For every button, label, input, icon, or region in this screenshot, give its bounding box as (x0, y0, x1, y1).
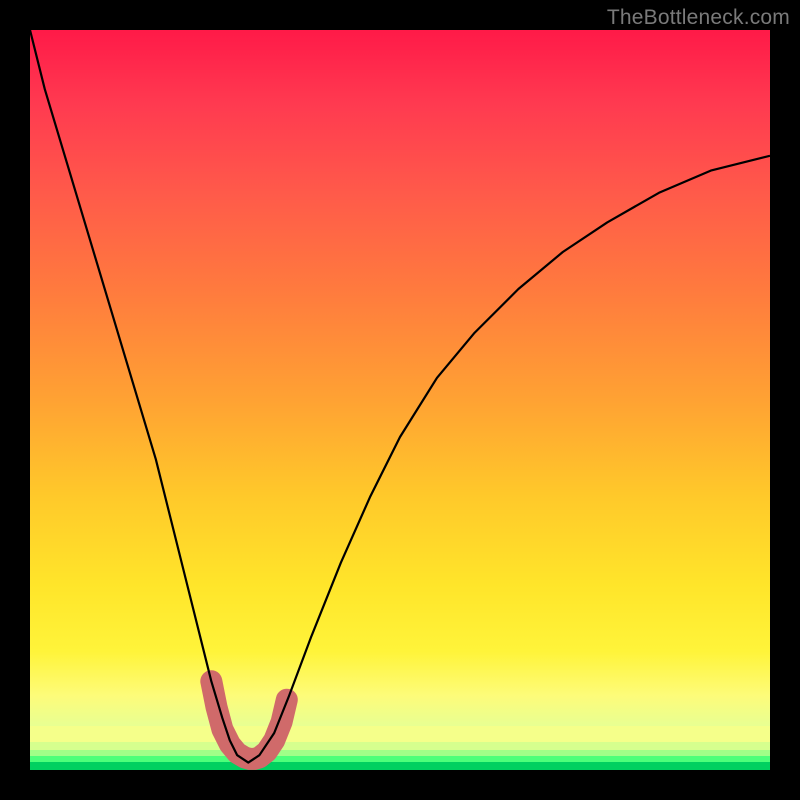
plot-area (30, 30, 770, 770)
bottleneck-curve (30, 30, 770, 763)
chart-frame: TheBottleneck.com (0, 0, 800, 800)
chart-svg (30, 30, 770, 770)
watermark-text: TheBottleneck.com (607, 6, 790, 30)
